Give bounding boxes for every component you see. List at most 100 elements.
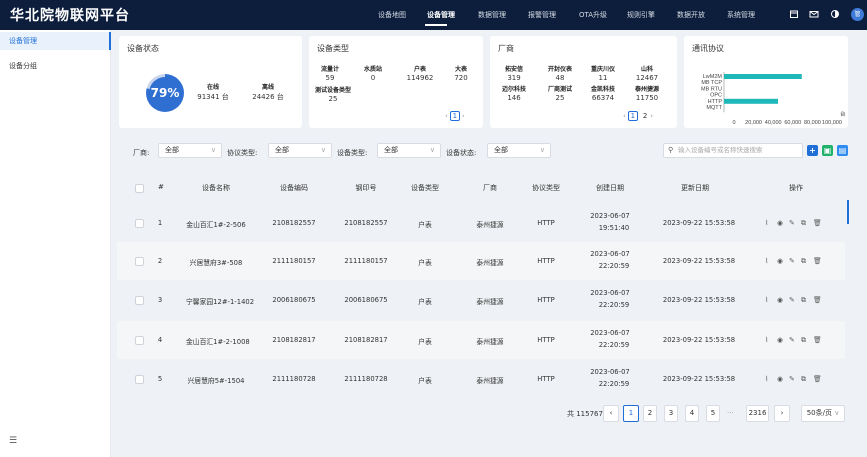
nav-device-map[interactable]: 设备地图: [378, 10, 406, 20]
chart-icon[interactable]: ⌇: [765, 296, 768, 304]
row-created-date: 2023-06-07: [590, 289, 630, 297]
calendar-icon[interactable]: [788, 9, 799, 20]
table-row[interactable]: 4 金山百汇1#-2-1008 2108182817 2108182817 户表 泰州捷源…: [117, 321, 845, 359]
prev-page-button[interactable]: ‹: [603, 405, 619, 422]
vendor-pager: ‹ 1 2 ›: [623, 111, 653, 121]
row-checkbox[interactable]: [135, 219, 144, 228]
page-size-select[interactable]: 50条/页 ∨: [801, 405, 845, 422]
table-row[interactable]: 5 兴居慧府5#-1504 2111180728 2111180728 户表 泰州捷源 HT…: [117, 360, 845, 398]
add-device-button[interactable]: +: [807, 145, 818, 156]
mail-icon[interactable]: [808, 9, 819, 20]
sidebar-item-device-group[interactable]: 设备分组: [0, 57, 111, 75]
status-filter-select[interactable]: 全部 ∨: [487, 143, 551, 158]
row-device-name: 兴居慧府5#-1504: [187, 377, 245, 385]
row-checkbox[interactable]: [135, 336, 144, 345]
view-icon[interactable]: ◉: [777, 375, 783, 383]
edit-icon[interactable]: ✎: [789, 336, 795, 344]
row-created-date: 2023-06-07: [590, 212, 630, 220]
export-button[interactable]: ▤: [837, 145, 848, 156]
table-row[interactable]: 1 金山百汇1#-2-506 2108182557 2108182557 户表 泰州捷源 H…: [117, 204, 845, 242]
prev-page-icon[interactable]: ‹: [623, 112, 626, 120]
nav-system-management[interactable]: 系统管理: [727, 10, 755, 20]
protocol-label: MQTT: [706, 105, 722, 111]
view-icon[interactable]: ◉: [777, 219, 783, 227]
protocol-x-tick: 0: [732, 120, 735, 126]
col-device-name: 设备名称: [202, 184, 230, 192]
page-1[interactable]: 1: [623, 405, 639, 422]
next-page-icon[interactable]: ›: [462, 112, 465, 120]
chart-icon[interactable]: ⌇: [765, 336, 768, 344]
edit-icon[interactable]: ✎: [789, 296, 795, 304]
sidebar-item-device-management[interactable]: 设备管理: [0, 32, 111, 50]
row-updated-date: 2023-09-22 15:53:58: [662, 336, 736, 344]
page-5[interactable]: 5: [706, 405, 720, 422]
delete-icon[interactable]: 🗑: [813, 219, 822, 227]
nav-alarm-management[interactable]: 报警管理: [528, 10, 556, 20]
chart-icon[interactable]: ⌇: [765, 219, 768, 227]
protocol-filter-select[interactable]: 全部 ∨: [268, 143, 332, 158]
next-page-icon[interactable]: ›: [650, 112, 653, 120]
delete-icon[interactable]: 🗑: [813, 375, 822, 383]
table-scrollbar[interactable]: [847, 200, 849, 224]
row-checkbox[interactable]: [135, 375, 144, 384]
vendor-page[interactable]: 1: [627, 111, 638, 121]
row-updated-date: 2023-09-22 15:53:58: [662, 375, 736, 383]
copy-icon[interactable]: ⧉: [801, 219, 806, 228]
chart-icon[interactable]: ⌇: [765, 257, 768, 265]
row-checkbox[interactable]: [135, 257, 144, 266]
delete-icon[interactable]: 🗑: [813, 336, 822, 344]
chart-icon[interactable]: ⌇: [765, 375, 768, 383]
view-icon[interactable]: ◉: [777, 257, 783, 265]
edit-icon[interactable]: ✎: [789, 219, 795, 227]
nav-rule-engine[interactable]: 规则引擎: [627, 10, 655, 20]
type-filter-select[interactable]: 全部 ∨: [377, 143, 441, 158]
next-page-button[interactable]: ›: [774, 405, 790, 422]
select-all-checkbox[interactable]: [135, 184, 144, 193]
copy-icon[interactable]: ⧉: [801, 375, 806, 384]
vendor-filter-select[interactable]: 全部 ∨: [158, 143, 222, 158]
protocol-unit: 台: [840, 110, 846, 118]
sidebar: 设备管理 设备分组 ☰: [0, 30, 111, 457]
page-3[interactable]: 3: [664, 405, 678, 422]
row-seal-number: 2111180728: [344, 375, 388, 383]
delete-icon[interactable]: 🗑: [813, 257, 822, 265]
nav-data-open[interactable]: 数据开放: [677, 10, 705, 20]
page-4[interactable]: 4: [685, 405, 699, 422]
row-created-date: 2023-06-07: [590, 250, 630, 258]
type-stat: 测试设备类型 25: [314, 87, 351, 103]
vendor-stat: 重庆川仪 11: [590, 66, 615, 82]
chevron-down-icon: ∨: [210, 146, 216, 154]
avatar[interactable]: 管: [851, 8, 864, 21]
pagination-ellipsis[interactable]: ···: [727, 409, 734, 417]
row-created-time: 22:20:59: [598, 301, 630, 309]
vendor-stat: 泰州捷源 11750: [634, 86, 659, 102]
col-device-code: 设备编码: [280, 184, 308, 192]
row-created-date: 2023-06-07: [590, 329, 630, 337]
page-last[interactable]: 2316: [746, 405, 769, 422]
row-device-code: 2108182817: [272, 336, 316, 344]
prev-page-icon[interactable]: ‹: [445, 112, 448, 120]
table-row[interactable]: 2 兴居慧府3#-508 2111180157 2111180157 户表 泰州捷源 HTT…: [117, 242, 845, 280]
nav-device-management[interactable]: 设备管理: [427, 10, 455, 20]
device-type-page[interactable]: 1: [449, 111, 460, 121]
delete-icon[interactable]: 🗑: [813, 296, 822, 304]
copy-icon[interactable]: ⧉: [801, 257, 806, 266]
nav-ota-upgrade[interactable]: OTA升级: [579, 10, 607, 20]
table-row[interactable]: 3 宁馨家园12#-1-1402 2006180675 2006180675 户表 泰州捷…: [117, 281, 845, 319]
row-checkbox[interactable]: [135, 296, 144, 305]
view-icon[interactable]: ◉: [777, 296, 783, 304]
theme-icon[interactable]: [829, 9, 840, 20]
menu-collapse-icon[interactable]: ☰: [9, 436, 17, 446]
import-button[interactable]: ▣: [822, 145, 833, 156]
view-icon[interactable]: ◉: [777, 336, 783, 344]
col-created-date: 创建日期: [596, 184, 624, 192]
edit-icon[interactable]: ✎: [789, 257, 795, 265]
copy-icon[interactable]: ⧉: [801, 296, 806, 305]
page-2[interactable]: 2: [643, 405, 657, 422]
copy-icon[interactable]: ⧉: [801, 336, 806, 345]
vendor-page-next[interactable]: 2: [643, 112, 647, 120]
edit-icon[interactable]: ✎: [789, 375, 795, 383]
row-updated-date: 2023-09-22 15:53:58: [662, 219, 736, 227]
nav-data-management[interactable]: 数据管理: [478, 10, 506, 20]
search-input[interactable]: ⚲ 输入设备编号或名称快速搜索: [663, 143, 803, 158]
